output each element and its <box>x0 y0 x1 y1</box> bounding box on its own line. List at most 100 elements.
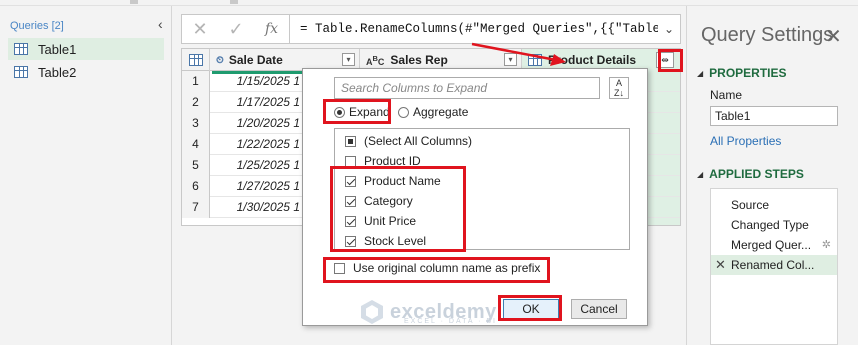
applied-steps-section-header[interactable]: ◢ APPLIED STEPS <box>697 167 804 181</box>
sale-date-cell[interactable]: 1/30/2025 1 <box>212 197 302 218</box>
commit-formula-icon[interactable]: ✓ <box>218 15 254 43</box>
checkbox-unchecked-icon <box>334 262 345 274</box>
cancel-formula-icon[interactable]: ✕ <box>182 15 218 43</box>
exceldemy-logo-icon <box>361 300 383 324</box>
collapse-pane-icon[interactable]: ‹ <box>158 16 163 32</box>
option-label: Product ID <box>364 154 421 168</box>
column-option-stock-level[interactable]: Stock Level <box>345 233 426 249</box>
date-time-icon: ⏲ <box>216 54 224 66</box>
expand-radio-option[interactable]: Expand <box>334 105 390 119</box>
watermark: exceldemy EXCEL · DATA · BI <box>358 298 497 326</box>
step-source[interactable]: Source <box>711 195 837 215</box>
aggregate-radio-label: Aggregate <box>413 105 469 119</box>
search-columns-input[interactable]: Search Columns to Expand <box>334 77 600 99</box>
query-item-label: Table2 <box>38 64 77 80</box>
collapse-triangle-icon: ◢ <box>697 68 704 78</box>
sale-date-cell[interactable]: 1/27/2025 1 <box>212 176 302 197</box>
ribbon-fragment <box>230 0 238 4</box>
prefix-label: Use original column name as prefix <box>353 261 541 275</box>
close-icon[interactable]: ✕ <box>825 24 842 49</box>
fx-icon[interactable]: fx <box>254 15 290 43</box>
filter-dropdown-icon[interactable]: ▾ <box>342 53 355 66</box>
gear-icon[interactable]: ✲ <box>822 235 831 255</box>
row-number: 3 <box>182 113 210 134</box>
formula-bar: ✕ ✓ fx = Table.RenameColumns(#"Merged Qu… <box>181 14 681 44</box>
step-changed-type[interactable]: Changed Type <box>711 215 837 235</box>
column-option-category[interactable]: Category <box>345 193 413 209</box>
column-option-product-id[interactable]: Product ID <box>345 153 421 169</box>
step-label: Merged Quer... <box>731 238 812 252</box>
table-icon <box>188 54 203 66</box>
select-all-option[interactable]: (Select All Columns) <box>345 133 472 149</box>
expand-column-icon[interactable]: ⇹ <box>656 52 674 68</box>
use-prefix-option[interactable]: Use original column name as prefix <box>334 261 540 275</box>
ok-button[interactable]: OK <box>503 299 559 319</box>
column-header-label: Sale Date <box>228 53 283 67</box>
expand-radio-label: Expand <box>349 105 390 119</box>
ribbon-fragment <box>130 0 138 4</box>
option-label: (Select All Columns) <box>364 134 473 148</box>
text-type-icon: ABC <box>366 53 385 67</box>
query-item-table2[interactable]: Table2 <box>8 61 164 83</box>
sale-date-cell[interactable]: 1/20/2025 1 <box>212 113 302 134</box>
checkbox-checked-icon <box>345 235 356 247</box>
properties-section-header[interactable]: ◢ PROPERTIES <box>697 66 787 80</box>
checkbox-unchecked-icon <box>345 155 356 167</box>
power-query-editor: Queries [2] ‹ Table1 Table2 ✕ ✓ fx = Tab… <box>0 0 858 345</box>
expand-formula-icon[interactable]: ⌄ <box>658 22 680 36</box>
row-number: 6 <box>182 176 210 197</box>
query-settings-title: Query Settings <box>701 24 834 46</box>
step-label: Renamed Col... <box>731 258 815 272</box>
radio-selected-icon <box>334 106 345 118</box>
all-properties-link[interactable]: All Properties <box>710 134 781 148</box>
collapse-triangle-icon: ◢ <box>697 169 704 179</box>
option-label: Stock Level <box>364 234 427 248</box>
query-item-label: Table1 <box>38 41 77 57</box>
sale-date-cell[interactable]: 1/17/2025 1 <box>212 92 302 113</box>
column-header-label: Sales Rep <box>390 53 448 67</box>
properties-header-label: PROPERTIES <box>709 66 787 80</box>
checkbox-checked-icon <box>345 195 356 207</box>
radio-unselected-icon <box>398 106 409 118</box>
sale-date-cell[interactable]: 1/15/2025 1 <box>212 71 302 92</box>
option-label: Product Name <box>364 174 441 188</box>
column-option-product-name[interactable]: Product Name <box>345 173 441 189</box>
queries-header: Queries [2] <box>10 20 64 32</box>
step-renamed-columns[interactable]: ✕ Renamed Col... <box>711 255 837 275</box>
queries-pane: Queries [2] ‹ Table1 Table2 <box>0 6 172 345</box>
step-merged-queries[interactable]: Merged Quer... ✲ <box>711 235 837 255</box>
delete-step-icon[interactable]: ✕ <box>715 255 726 275</box>
checkbox-partial-icon <box>345 135 356 147</box>
sale-date-cell[interactable]: 1/22/2025 1 <box>212 134 302 155</box>
row-number: 4 <box>182 134 210 155</box>
query-settings-pane: Query Settings ✕ ◢ PROPERTIES Name Table… <box>686 6 858 345</box>
query-item-table1[interactable]: Table1 <box>8 38 164 60</box>
row-number: 1 <box>182 71 210 92</box>
row-number: 7 <box>182 197 210 218</box>
name-label: Name <box>710 88 743 102</box>
expand-columns-popup: Search Columns to Expand A Z↓ Expand Aggr… <box>302 68 648 326</box>
applied-steps-list: Source Changed Type Merged Quer... ✲ ✕ Ren… <box>710 188 838 345</box>
step-label: Source <box>731 198 770 212</box>
table-icon <box>14 43 28 55</box>
arrow-annotation-icon <box>471 42 566 66</box>
watermark-tagline: EXCEL · DATA · BI <box>404 318 497 325</box>
checkbox-checked-icon <box>345 215 356 227</box>
column-option-unit-price[interactable]: Unit Price <box>345 213 416 229</box>
table-menu-button[interactable] <box>182 49 210 71</box>
formula-input[interactable]: = Table.RenameColumns(#"Merged Queries",… <box>290 22 658 36</box>
applied-steps-header-label: APPLIED STEPS <box>709 167 804 181</box>
sort-az-icon[interactable]: A Z↓ <box>609 77 629 99</box>
table-icon <box>14 66 28 78</box>
query-name-input[interactable]: Table1 <box>710 106 838 126</box>
sale-date-cell[interactable]: 1/25/2025 1 <box>212 155 302 176</box>
row-number: 2 <box>182 92 210 113</box>
column-list: (Select All Columns) Product ID Product … <box>334 128 630 250</box>
checkbox-checked-icon <box>345 175 356 187</box>
cancel-button[interactable]: Cancel <box>571 299 627 319</box>
option-label: Unit Price <box>364 214 417 228</box>
row-number: 5 <box>182 155 210 176</box>
option-label: Category <box>364 194 413 208</box>
step-label: Changed Type <box>731 218 809 232</box>
aggregate-radio-option[interactable]: Aggregate <box>398 105 468 119</box>
